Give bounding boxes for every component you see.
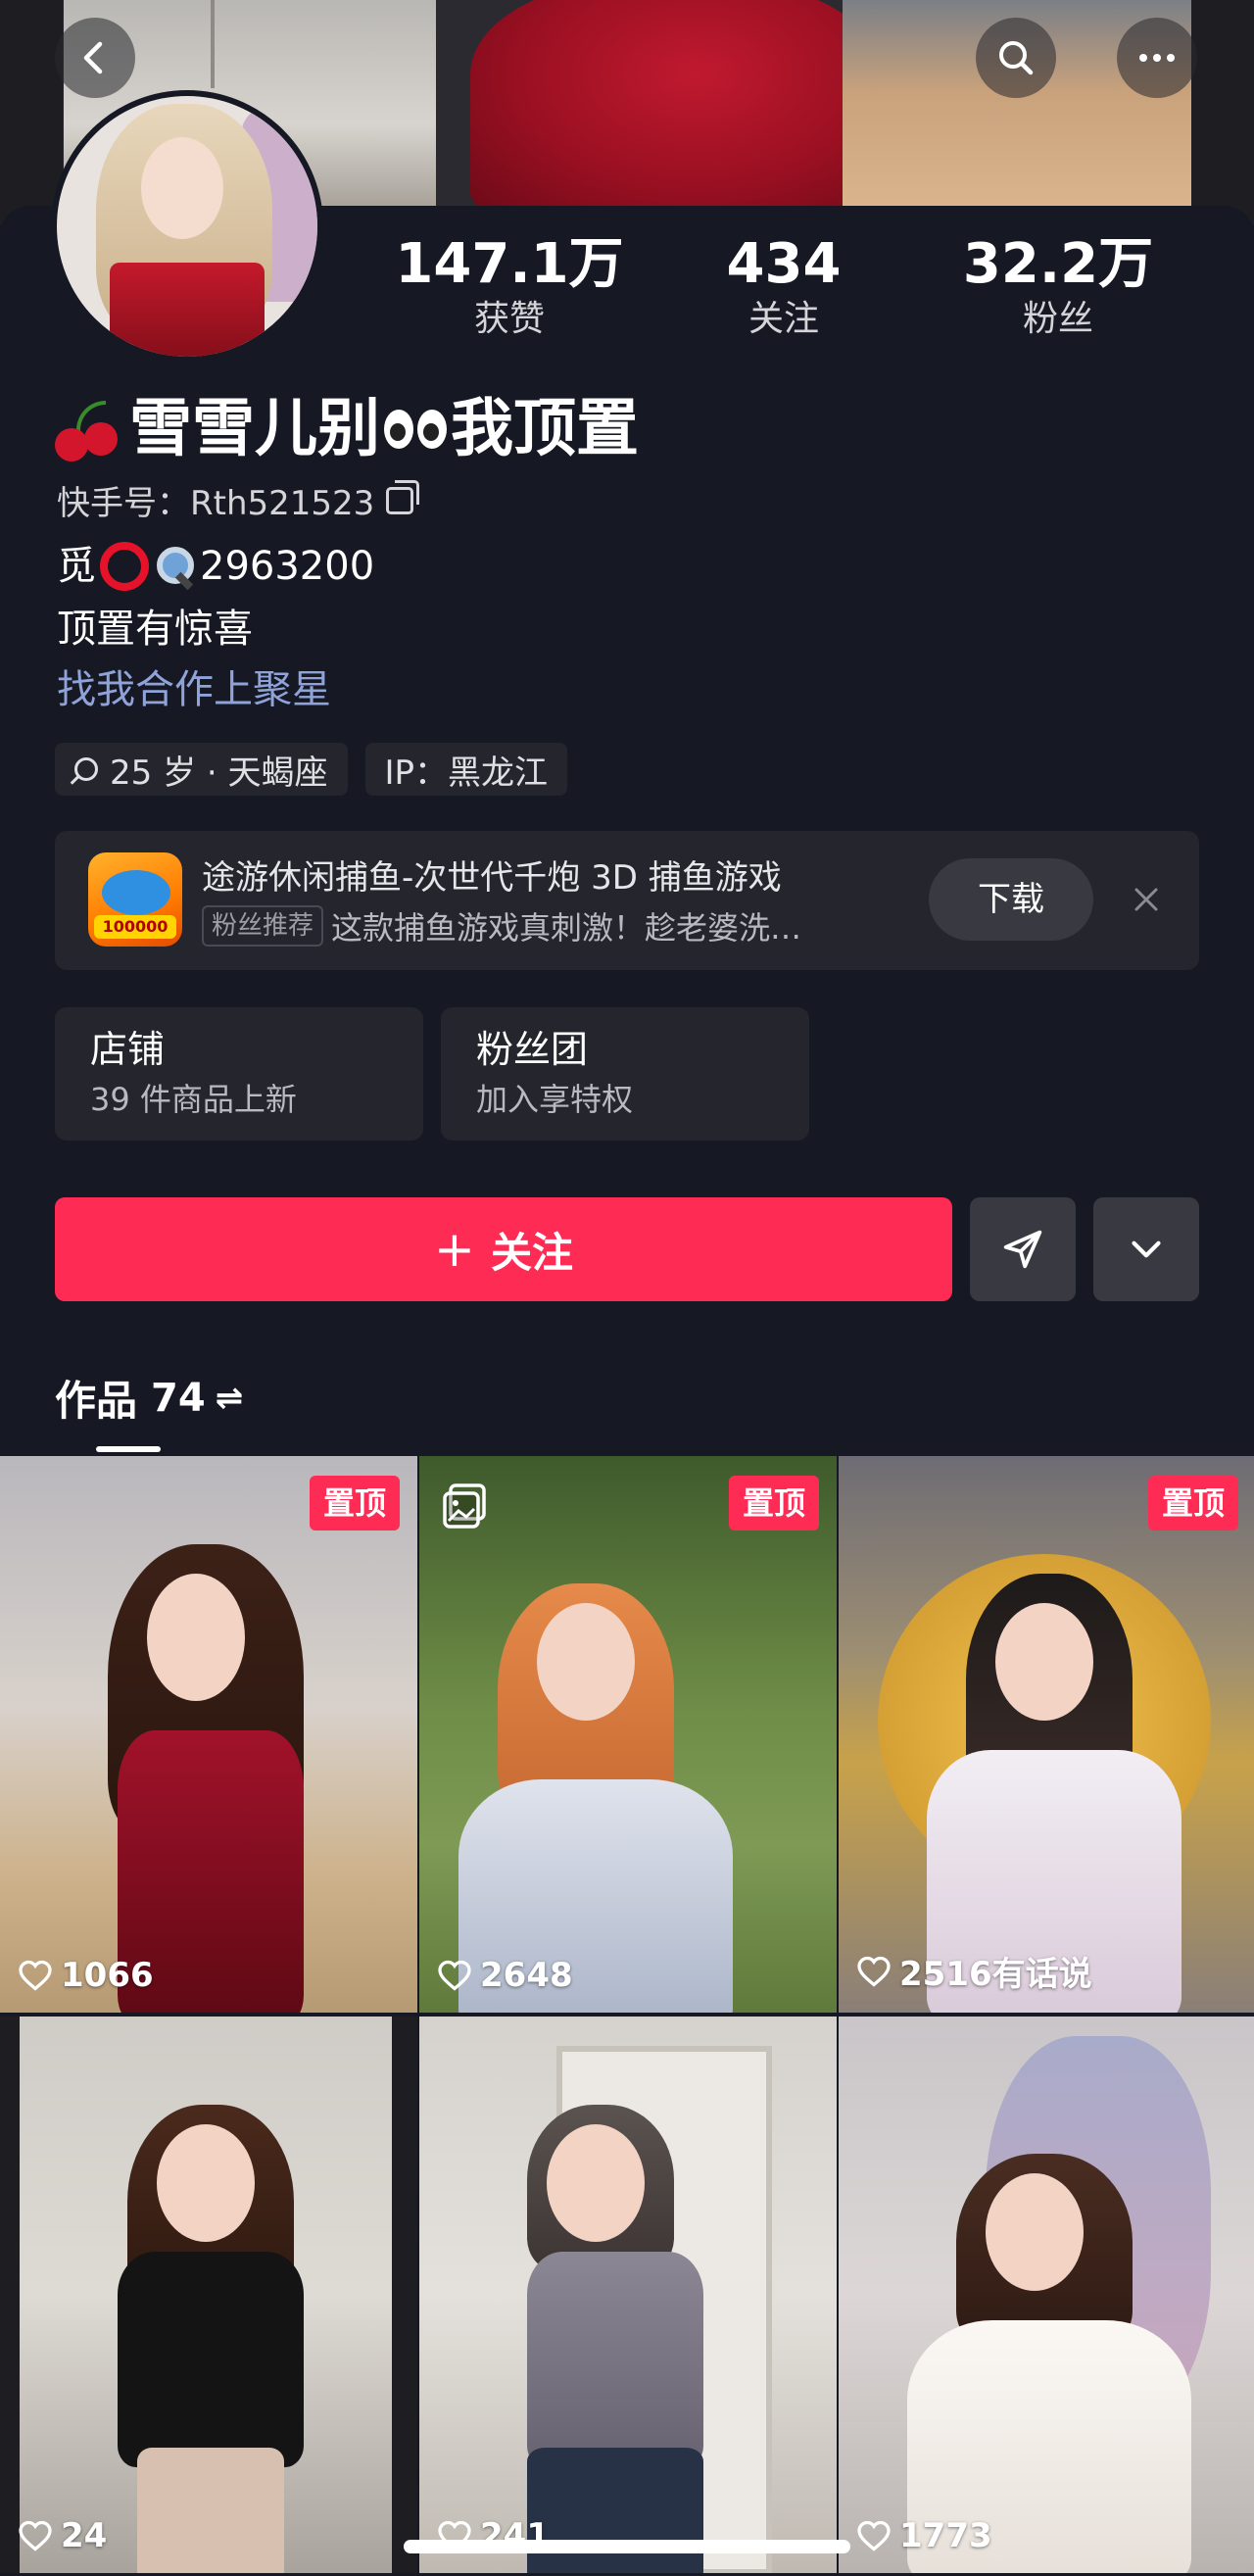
video-thumbnail[interactable]: 1773 [839, 2017, 1254, 2573]
like-count-text: 24 [61, 2516, 108, 2555]
profile-name: 雪雪儿别 我顶置 [55, 390, 639, 468]
app-icon-badge: 100000 [94, 915, 176, 939]
like-count: 1773 [856, 2516, 992, 2555]
close-icon [1134, 888, 1158, 911]
bio-number: 2963200 [200, 544, 375, 589]
works-grid: 置顶 1066 置顶 2648 置顶 2516有话说 24 241 1773 [0, 1456, 1254, 2573]
card-subtitle: 加入享特权 [476, 1081, 634, 1118]
stat-following[interactable]: 434 关注 [647, 233, 921, 343]
magnifier-icon [153, 545, 196, 588]
female-icon [74, 757, 98, 781]
home-indicator [404, 2540, 850, 2553]
bio-prefix: 觅 [57, 544, 96, 589]
expand-button[interactable] [1093, 1197, 1199, 1301]
pinned-badge: 置顶 [728, 1476, 819, 1531]
card-subtitle: 39 件商品上新 [90, 1081, 297, 1118]
stat-label: 关注 [748, 299, 819, 339]
profile-name-text: 雪雪儿别 [129, 393, 380, 465]
heart-icon [857, 2520, 891, 2552]
download-button[interactable]: 下载 [929, 858, 1093, 941]
like-count-text: 1066 [61, 1956, 154, 1995]
search-button[interactable] [976, 18, 1056, 98]
stat-number: 147.1万 [395, 232, 624, 296]
like-count: 1066 [18, 1956, 154, 1995]
message-button[interactable] [970, 1197, 1076, 1301]
fishing-game-icon: 100000 [88, 852, 182, 947]
tab-indicator [96, 1446, 161, 1452]
profile-stats: 147.1万 获赞 434 关注 32.2万 粉丝 [372, 233, 1215, 343]
tab-works[interactable]: 作品 74 ⇌ [55, 1368, 243, 1428]
pinned-badge: 置顶 [309, 1476, 400, 1531]
video-thumbnail[interactable]: 置顶 2516有话说 [839, 1456, 1254, 2013]
plus-icon: + [434, 1221, 475, 1278]
like-count-text: 2648 [480, 1956, 573, 1995]
ad-description: 这款捕鱼游戏真刺激！趁老婆洗… [331, 909, 802, 947]
card-title: 粉丝团 [476, 1028, 589, 1071]
follow-button[interactable]: + 关注 [55, 1197, 952, 1301]
video-thumbnail[interactable]: 置顶 1066 [0, 1456, 417, 2013]
heart-icon [857, 1956, 891, 1987]
like-count: 2516有话说 [856, 1947, 1092, 1995]
fan-club-card[interactable]: 粉丝团 加入享特权 [441, 1007, 809, 1141]
cherry-icon [55, 395, 123, 463]
eyes-icon [384, 410, 447, 449]
stat-number: 32.2万 [962, 232, 1154, 296]
ip-tag: IP：黑龙江 [364, 743, 568, 796]
heart-icon [19, 2520, 52, 2552]
like-count-text: 1773 [899, 2516, 992, 2555]
profile-name-suffix: 我顶置 [451, 393, 639, 465]
app-ad-banner[interactable]: 100000 途游休闲捕鱼-次世代千炮 3D 捕鱼游戏 粉丝推荐 这款捕鱼游戏真… [55, 831, 1199, 970]
swap-icon[interactable]: ⇌ [216, 1379, 244, 1418]
stat-number: 434 [726, 232, 842, 296]
age-tag-text: 25 岁 · 天蝎座 [110, 753, 328, 793]
photo-thumbnail[interactable]: 置顶 2648 [419, 1456, 837, 2013]
profile-cards: 店铺 39 件商品上新 粉丝团 加入享特权 [55, 1007, 809, 1141]
stat-likes[interactable]: 147.1万 获赞 [372, 233, 647, 343]
heart-icon [19, 1960, 52, 1991]
age-tag: 25 岁 · 天蝎座 [55, 743, 348, 796]
search-icon [999, 41, 1034, 75]
chevron-left-icon [83, 41, 103, 74]
profile-tags: 25 岁 · 天蝎座 IP：黑龙江 [55, 743, 568, 796]
chevron-down-icon [1132, 1240, 1161, 1258]
like-count-text: 2516有话说 [899, 1955, 1092, 1994]
bio-line-1: 觅 2963200 [57, 539, 374, 594]
video-thumbnail[interactable]: 241 [419, 2017, 837, 2573]
heart-icon [438, 1960, 471, 1991]
ad-subtitle: 粉丝推荐 这款捕鱼游戏真刺激！趁老婆洗… [202, 903, 801, 948]
copy-icon[interactable] [386, 479, 420, 514]
ad-badge: 粉丝推荐 [202, 905, 324, 947]
back-button[interactable] [55, 18, 135, 98]
close-ad-button[interactable] [1119, 872, 1174, 927]
card-title: 店铺 [90, 1028, 166, 1071]
ip-tag-text: IP：黑龙江 [384, 753, 549, 793]
bio-link[interactable]: 找我合作上聚星 [57, 662, 331, 717]
video-thumbnail[interactable]: 24 [0, 2017, 417, 2573]
shop-card[interactable]: 店铺 39 件商品上新 [55, 1007, 423, 1141]
send-icon [1003, 1230, 1042, 1269]
stat-followers[interactable]: 32.2万 粉丝 [921, 233, 1195, 343]
red-circle-icon [100, 542, 149, 591]
like-count: 2648 [437, 1956, 573, 1995]
stat-label: 获赞 [473, 299, 545, 339]
more-button[interactable] [1117, 18, 1197, 98]
image-post-icon [443, 1483, 486, 1529]
kuaishou-id[interactable]: 快手号：Rth521523 [57, 476, 420, 524]
works-label: 作品 [55, 1377, 138, 1425]
stat-label: 粉丝 [1022, 299, 1093, 339]
bio-line-2: 顶置有惊喜 [57, 607, 253, 652]
works-count: 74 [151, 1375, 206, 1421]
follow-label: 关注 [490, 1228, 573, 1277]
like-count: 24 [18, 2516, 107, 2555]
ad-title: 途游休闲捕鱼-次世代千炮 3D 捕鱼游戏 [202, 858, 782, 898]
avatar[interactable] [51, 90, 323, 363]
pinned-badge: 置顶 [1147, 1476, 1238, 1531]
more-icon [1139, 54, 1175, 62]
kuaishou-id-text: 快手号：Rth521523 [57, 484, 375, 523]
